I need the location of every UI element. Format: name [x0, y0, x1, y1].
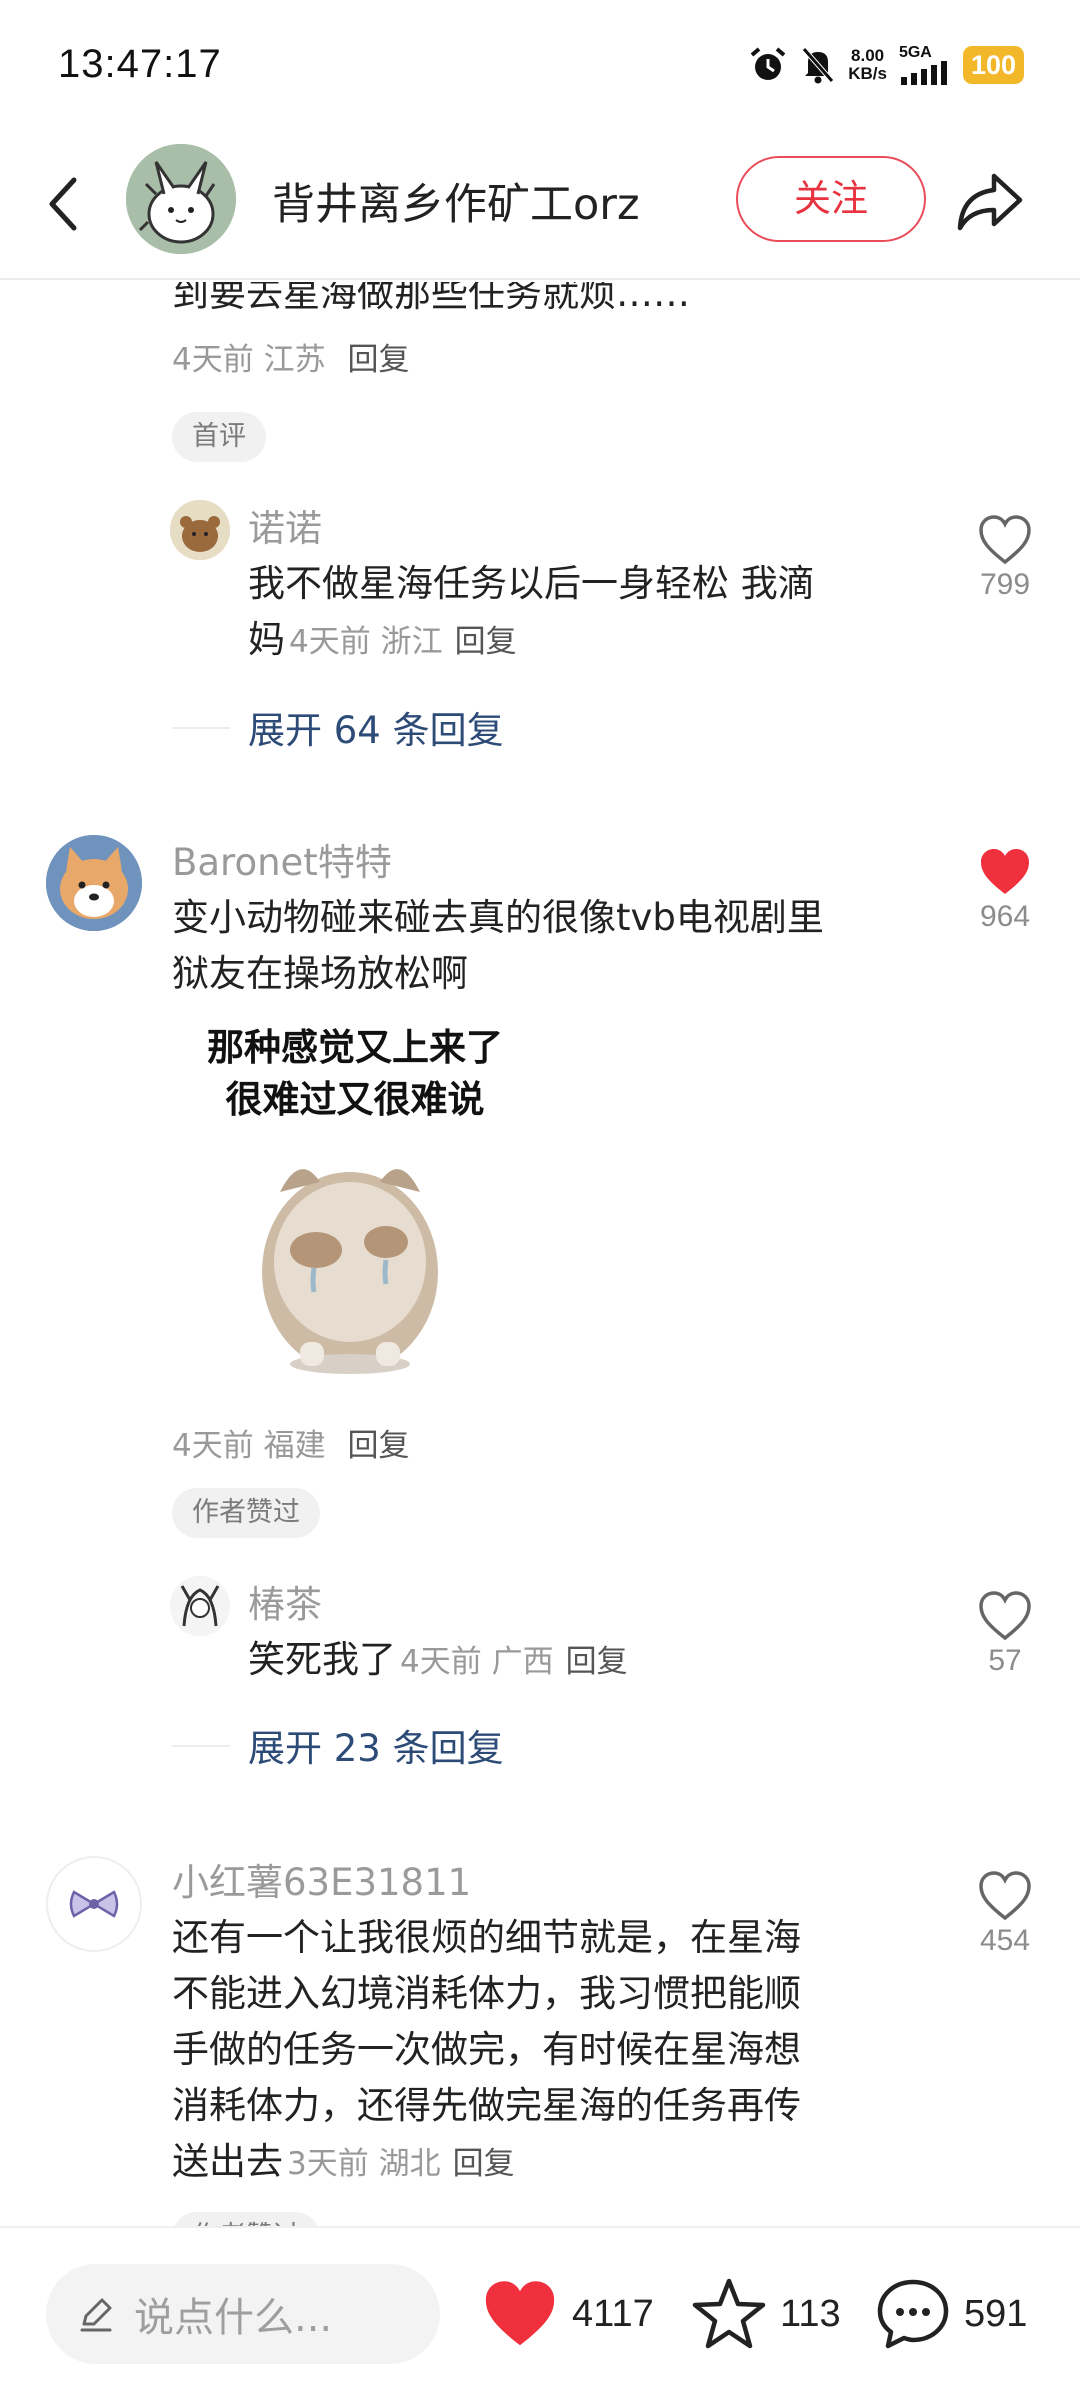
mute-icon	[802, 47, 835, 84]
back-arrow-icon	[49, 177, 77, 231]
reply-button[interactable]: 回复	[347, 1428, 409, 1464]
comment-text-line3: 手做的任务一次做完，有时候在星海想	[172, 2028, 801, 2071]
sticker-caption-line1: 那种感觉又上来了	[207, 1026, 503, 1069]
alarm-icon	[750, 47, 786, 80]
heart-outline-icon	[979, 1871, 1031, 1921]
battery-level: 100	[962, 46, 1024, 84]
comment-like-button[interactable]: 454	[955, 1870, 1055, 1958]
reply-text: 笑死我了 4天前 广西 回复	[248, 1638, 628, 1681]
shiba-avatar-icon	[46, 835, 142, 931]
reply-like-button[interactable]: 799	[955, 514, 1055, 602]
bottom-action-bar: 说点什么... 4117 113 591	[0, 2226, 1080, 2400]
expand-replies-button[interactable]: 展开 64 条回复	[248, 700, 504, 754]
comment-input-placeholder: 说点什么...	[134, 2295, 333, 2341]
reply-avatar[interactable]	[170, 500, 230, 560]
comment-input[interactable]: 说点什么...	[46, 2264, 440, 2364]
reply-text-line2: 妈 4天前 浙江 回复	[248, 618, 517, 661]
follow-button[interactable]: 关注	[736, 156, 926, 242]
heart-filled-icon	[485, 2281, 555, 2346]
bear-avatar-icon	[170, 500, 230, 560]
reply-avatar[interactable]	[170, 1576, 230, 1636]
comment-like-button[interactable]: 964	[955, 846, 1055, 934]
reply-meta: 4天前 广西 回复	[400, 1644, 628, 1680]
sticker-caption-line2: 很难过又很难说	[225, 1078, 485, 1121]
signal-icon	[900, 61, 947, 85]
author-avatar[interactable]	[126, 144, 236, 254]
comment-meta: 4天前 江苏 回复	[172, 342, 410, 378]
comment-text-line5: 送出去 3天前 湖北 回复	[172, 2140, 515, 2183]
reply-nickname[interactable]: 椿茶	[248, 1574, 322, 1628]
status-icons: 8.00 KB/s 5GA 100	[748, 42, 1024, 88]
pencil-icon	[80, 2298, 112, 2332]
comment-text: 到要去星海做那些任务就烦……	[172, 282, 690, 315]
comment-avatar[interactable]	[46, 1856, 142, 1952]
crying-cat-image	[262, 1169, 438, 1374]
author-name[interactable]: 背井离乡作矿工orz	[272, 170, 640, 232]
comment-text-line2: 狱友在操场放松啊	[172, 952, 468, 995]
comment-text: 还有一个让我很烦的细节就是，在星海	[172, 1916, 801, 1959]
star-outline-icon	[692, 2278, 766, 2349]
expand-replies-button[interactable]: 展开 23 条回复	[248, 1718, 504, 1772]
status-bar: 13:47:17 8.00 KB/s 5GA 100	[0, 0, 1080, 130]
comment-meta: 4天前 福建 回复	[172, 1428, 410, 1464]
reply-button[interactable]: 回复	[566, 1644, 628, 1680]
comment-bubble-icon	[877, 2279, 949, 2349]
comment-meta: 3天前 湖北 回复	[287, 2146, 515, 2182]
bow-avatar-icon	[69, 1890, 119, 1918]
reply-text: 我不做星海任务以后一身轻松 我滴	[248, 562, 815, 605]
note-header: 背井离乡作矿工orz 关注	[0, 130, 1080, 280]
reply-button[interactable]: 回复	[453, 2146, 515, 2182]
expand-divider	[172, 1745, 230, 1747]
status-time: 13:47:17	[58, 42, 222, 86]
share-icon	[957, 173, 1023, 231]
reply-nickname[interactable]: 诺诺	[248, 498, 322, 552]
heart-outline-icon	[979, 515, 1031, 565]
author-liked-badge: 作者赞过	[172, 1488, 320, 1538]
comment-nickname[interactable]: Baronet特特	[172, 832, 392, 886]
share-button[interactable]	[954, 168, 1026, 234]
comment-list: 到要去星海做那些任务就烦…… 4天前 江苏 回复 首评 诺诺 我不做星海任务以后…	[0, 282, 1080, 2226]
note-comment-count: 591	[964, 2292, 1028, 2335]
first-comment-badge: 首评	[172, 412, 266, 462]
note-collect-count: 113	[780, 2292, 841, 2335]
comment-text-line2: 不能进入幻境消耗体力，我习惯把能顺	[172, 1972, 801, 2015]
heart-outline-icon	[979, 1591, 1031, 1641]
comment-sticker[interactable]: 那种感觉又上来了 很难过又很难说	[170, 1024, 540, 1379]
note-like-count: 4117	[572, 2292, 654, 2335]
network-type: 5GA	[899, 45, 951, 85]
heart-filled-icon	[981, 849, 1029, 894]
comment-nickname[interactable]: 小红薯63E31811	[172, 1852, 471, 1906]
expand-divider	[172, 727, 230, 729]
author-liked-badge: 作者赞过	[172, 2212, 320, 2226]
note-comment-button[interactable]: 591	[874, 2268, 1027, 2360]
comment-text: 变小动物碰来碰去真的很像tvb电视剧里	[172, 896, 824, 939]
note-like-button[interactable]: 4117	[480, 2268, 654, 2360]
note-collect-button[interactable]: 113	[690, 2268, 841, 2360]
back-button[interactable]	[38, 168, 88, 240]
comment-avatar[interactable]	[46, 835, 142, 931]
sketch-avatar-icon	[170, 1576, 230, 1636]
comment-text-line4: 消耗体力，还得先做完星海的任务再传	[172, 2084, 801, 2127]
network-speed: 8.00 KB/s	[848, 46, 887, 83]
reply-button[interactable]: 回复	[347, 342, 409, 378]
bunny-avatar-icon	[126, 144, 236, 254]
reply-like-button[interactable]: 57	[955, 1590, 1055, 1678]
reply-button[interactable]: 回复	[455, 624, 517, 660]
reply-meta: 4天前 浙江 回复	[289, 624, 517, 660]
